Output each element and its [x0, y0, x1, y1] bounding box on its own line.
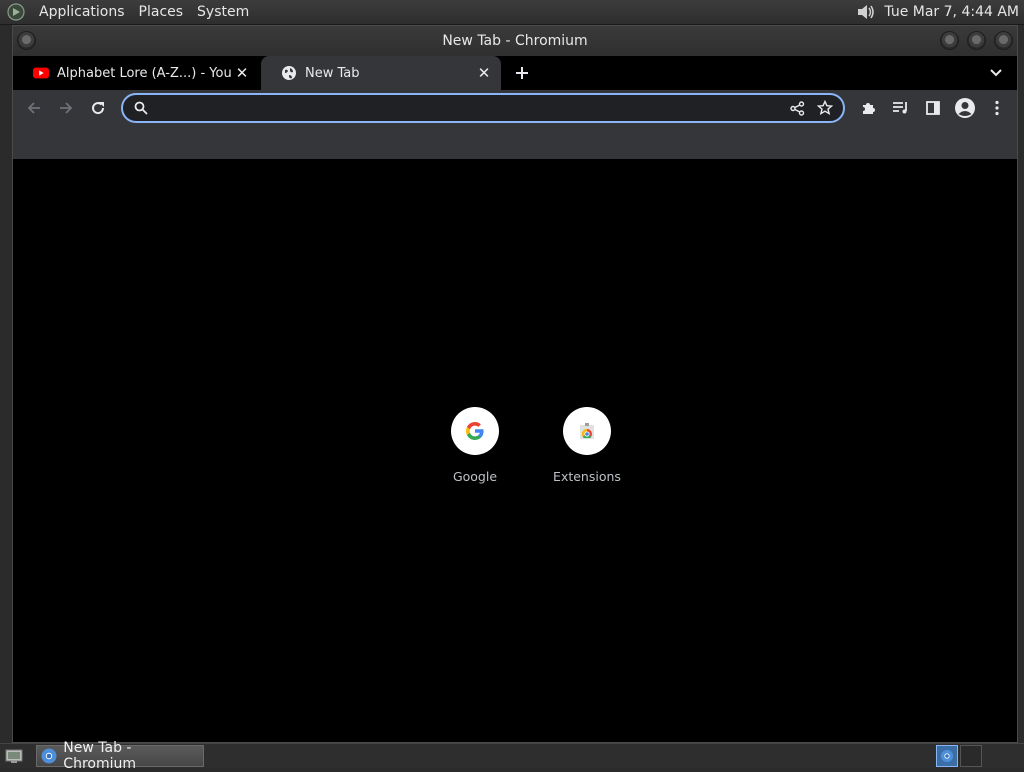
back-arrow-icon[interactable]	[19, 93, 49, 123]
search-icon	[127, 95, 155, 121]
shortcut-google[interactable]: Google	[419, 407, 531, 484]
window-title: New Tab - Chromium	[442, 33, 588, 49]
close-tab-icon[interactable]: ✕	[231, 62, 253, 84]
reload-icon[interactable]	[83, 93, 113, 123]
new-tab-page: Google Extensions	[13, 159, 1017, 742]
workspace-2[interactable]	[960, 745, 982, 767]
system-menu[interactable]: System	[190, 4, 256, 20]
shortcut-label: Extensions	[553, 469, 621, 484]
tab-strip: Alphabet Lore (A-Z...) - YouTube ✕ New T…	[13, 56, 1017, 90]
shortcut-extensions[interactable]: Extensions	[531, 407, 643, 484]
bookmark-star-icon[interactable]	[811, 95, 839, 121]
taskbar-chromium-window[interactable]: New Tab - Chromium	[36, 740, 204, 772]
places-menu[interactable]: Places	[132, 4, 191, 20]
applications-menu[interactable]: Applications	[32, 4, 132, 20]
shortcut-tiles: Google Extensions	[419, 407, 643, 484]
tab-youtube[interactable]: Alphabet Lore (A-Z...) - YouTube ✕	[13, 56, 259, 90]
tab-search-chevron-down-icon[interactable]	[985, 62, 1007, 84]
tab-title: New Tab	[305, 65, 360, 81]
youtube-icon	[33, 65, 49, 81]
globe-icon	[281, 65, 297, 81]
show-desktop-icon[interactable]	[2, 745, 26, 767]
tab-title: Alphabet Lore (A-Z...) - YouTube	[57, 65, 231, 81]
extensions-puzzle-icon[interactable]	[853, 93, 885, 123]
workspace-1-chromium-icon[interactable]	[936, 745, 958, 767]
browser-window: New Tab - Chromium Alphabet Lore (A-Z...…	[12, 25, 1018, 743]
profile-avatar-icon[interactable]	[949, 93, 981, 123]
close-tab-icon[interactable]: ✕	[473, 62, 495, 84]
close-window-icon[interactable]	[994, 31, 1013, 50]
more-menu-icon[interactable]	[981, 93, 1013, 123]
bottom-panel: New Tab - Chromium	[0, 740, 1024, 772]
forward-arrow-icon[interactable]	[51, 93, 81, 123]
window-titlebar[interactable]: New Tab - Chromium	[13, 26, 1017, 56]
gnome-foot-icon[interactable]	[6, 2, 26, 22]
side-panel-icon[interactable]	[917, 93, 949, 123]
top-panel: Applications Places System Tue Mar 7, 4:…	[0, 0, 1024, 25]
extensions-icon	[563, 407, 611, 455]
google-icon	[451, 407, 499, 455]
share-icon[interactable]	[783, 95, 811, 121]
maximize-icon[interactable]	[967, 31, 986, 50]
media-queue-icon[interactable]	[885, 93, 917, 123]
minimize-icon[interactable]	[940, 31, 959, 50]
taskbar-item-label: New Tab - Chromium	[63, 740, 136, 772]
address-bar[interactable]	[121, 93, 845, 123]
bookmarks-bar	[13, 126, 1017, 162]
window-menu-icon[interactable]	[17, 31, 36, 50]
new-tab-plus-icon[interactable]	[507, 58, 537, 88]
toolbar-right	[853, 93, 1013, 123]
chromium-icon	[40, 747, 57, 765]
clock[interactable]: Tue Mar 7, 4:44 AM	[884, 4, 1019, 20]
tab-new-tab[interactable]: New Tab ✕	[261, 56, 501, 90]
toolbar	[13, 90, 1017, 126]
address-input[interactable]	[155, 96, 783, 120]
volume-icon[interactable]	[854, 1, 878, 23]
shortcut-label: Google	[452, 469, 498, 484]
